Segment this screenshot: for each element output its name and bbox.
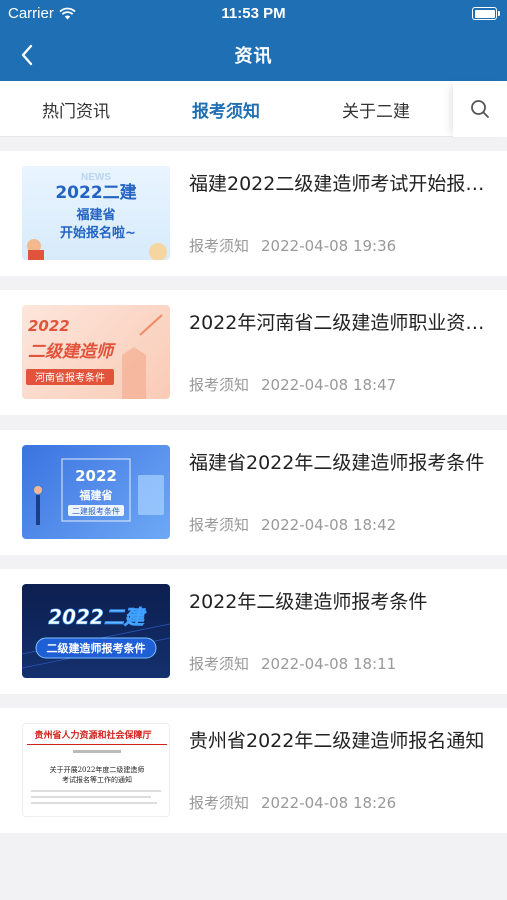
thumb-line2: 二级建造师报考条件 — [47, 641, 146, 655]
article-date: 2022-04-08 18:11 — [261, 655, 397, 673]
article-meta: 报考须知 2022-04-08 19:36 — [189, 235, 396, 256]
article-title: 福建2022二级建造师考试开始报名啦 — [189, 173, 489, 195]
status-bar: Carrier 11:53 PM — [0, 0, 507, 28]
article-category: 报考须知 — [189, 376, 250, 394]
article-meta: 报考须知 2022-04-08 18:26 — [189, 792, 396, 813]
article-date: 2022-04-08 18:42 — [261, 516, 397, 534]
article-category: 报考须知 — [189, 237, 250, 255]
thumb-line3: 考试报名等工作的通知 — [62, 775, 132, 784]
article-date: 2022-04-08 18:26 — [261, 794, 397, 812]
article-meta: 报考须知 2022-04-08 18:11 — [189, 653, 396, 674]
article-date: 2022-04-08 18:47 — [261, 376, 397, 394]
page-title: 资讯 — [234, 46, 273, 67]
thumb-line2: 二级建造师 — [28, 342, 116, 362]
thumbnail-graphic: 2022二建 二级建造师报考条件 — [22, 605, 170, 669]
article-item[interactable]: 贵州省人力资源和社会保障厅 关于开展2022年度二级建造师 考试报名等工作的通知… — [0, 708, 507, 833]
article-thumbnail: 2022 二级建造师 河南省报考条件 — [22, 305, 170, 399]
thumb-line1: 2022二建 — [55, 182, 136, 203]
thumbnail-graphic: 2022 福建省 二建报考条件 — [34, 458, 164, 525]
thumb-line2: 关于开展2022年度二级建造师 — [50, 765, 145, 774]
article-category: 报考须知 — [189, 655, 250, 673]
search-icon — [471, 100, 489, 118]
top-bar: Carrier 11:53 PM 资讯 — [0, 0, 507, 81]
thumb-line3: 二建报考条件 — [72, 506, 120, 516]
thumb-line1: 2022 — [28, 317, 70, 335]
thumb-line1: 贵州省人力资源和社会保障厅 — [34, 729, 151, 741]
article-meta: 报考须知 2022-04-08 18:47 — [189, 374, 396, 395]
article-thumbnail: 2022 福建省 二建报考条件 — [22, 445, 170, 539]
thumb-line2: 福建省 — [79, 488, 113, 502]
article-title: 贵州省2022年二级建造师报名通知 — [189, 730, 485, 752]
article-thumbnail: NEWS 2022二建 福建省 开始报名啦~ — [22, 166, 170, 260]
battery-icon — [472, 7, 500, 20]
nav-bar: 资讯 — [0, 28, 507, 81]
thumb-line3: 河南省报考条件 — [35, 371, 105, 384]
article-item[interactable]: 2022 二级建造师 河南省报考条件 2022年河南省二级建造师职业资格考试报考… — [0, 290, 507, 415]
tab-exam-notice[interactable]: 报考须知 — [156, 81, 296, 137]
article-title: 福建省2022年二级建造师报考条件 — [189, 452, 485, 474]
thumb-line2: 福建省 — [75, 207, 115, 223]
thumb-line1: 2022 — [75, 467, 117, 485]
tab-bar: 热门资讯 报考须知 关于二建 — [0, 81, 507, 137]
article-item[interactable]: NEWS 2022二建 福建省 开始报名啦~ 福建2022二级建造师考试开始报名… — [0, 151, 507, 276]
article-category: 报考须知 — [189, 516, 250, 534]
article-item[interactable]: 2022二建 二级建造师报考条件 2022年二级建造师报考条件 报考须知 2022… — [0, 569, 507, 694]
article-item[interactable]: 2022 福建省 二建报考条件 福建省2022年二级建造师报考条件 报考须知 20… — [0, 430, 507, 555]
thumbnail-graphic: 贵州省人力资源和社会保障厅 关于开展2022年度二级建造师 考试报名等工作的通知 — [27, 729, 167, 804]
thumb-line3: 开始报名啦~ — [60, 225, 136, 241]
thumb-line1: 2022二建 — [48, 605, 147, 629]
article-title: 2022年河南省二级建造师职业资格考试报考条件 — [189, 312, 489, 334]
thumb-badge: NEWS — [81, 172, 111, 183]
article-thumbnail: 2022二建 二级建造师报考条件 — [22, 584, 170, 678]
tab-about[interactable]: 关于二建 — [306, 81, 446, 137]
article-meta: 报考须知 2022-04-08 18:42 — [189, 514, 396, 535]
article-category: 报考须知 — [189, 794, 250, 812]
clock: 11:53 PM — [221, 5, 286, 22]
thumbnail-graphic: 2022 二级建造师 河南省报考条件 — [26, 314, 163, 399]
thumbnail-graphic: NEWS 2022二建 福建省 开始报名啦~ — [27, 172, 167, 260]
article-date: 2022-04-08 19:36 — [261, 237, 397, 255]
tab-hot-news[interactable]: 热门资讯 — [6, 81, 146, 137]
article-title: 2022年二级建造师报考条件 — [189, 591, 428, 613]
article-thumbnail: 贵州省人力资源和社会保障厅 关于开展2022年度二级建造师 考试报名等工作的通知 — [22, 723, 170, 817]
search-button[interactable] — [453, 81, 507, 137]
